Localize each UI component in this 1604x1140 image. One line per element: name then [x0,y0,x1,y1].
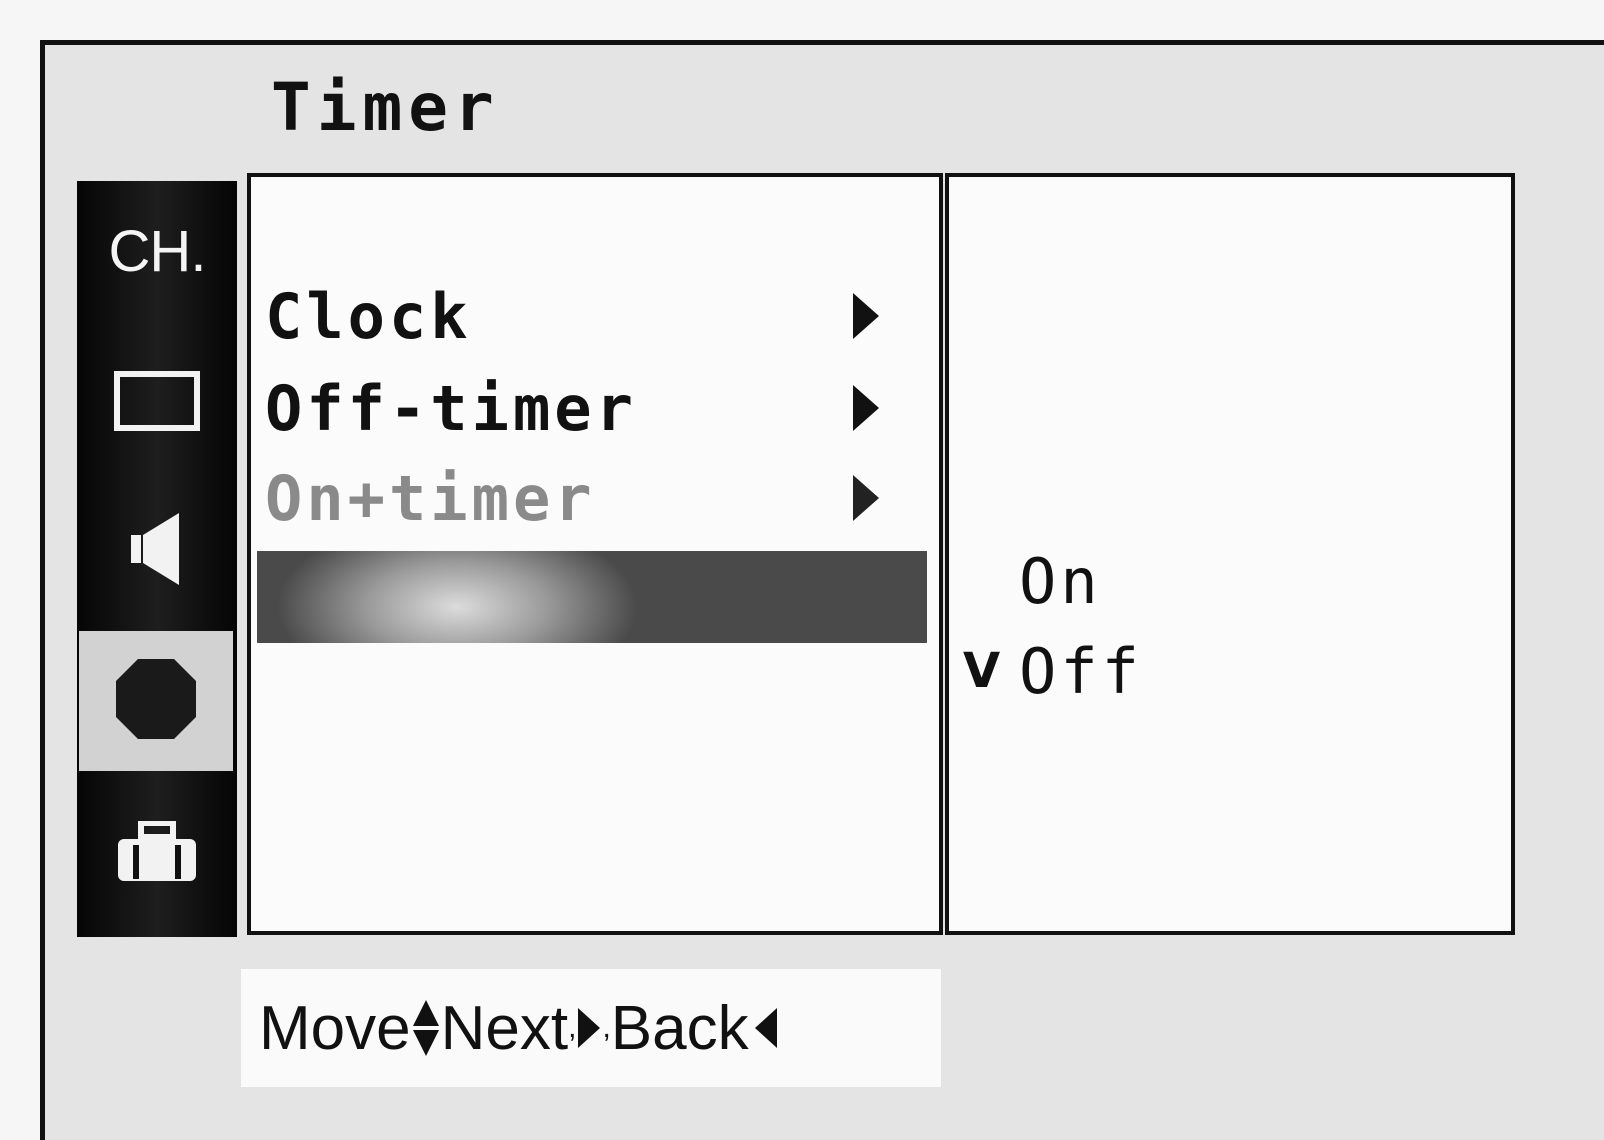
briefcase-icon [115,820,199,889]
checkmark-icon: V [963,643,1001,699]
menu-item-label: Clock [265,279,472,353]
left-arrow-icon [754,1008,777,1048]
menu-item-label: Off-timer [265,371,637,445]
help-next-label: Next [440,993,569,1063]
sidebar-item-option[interactable] [77,785,237,925]
timer-menu-list: Clock Off-timer On+timer [247,173,943,935]
help-back-label: Back [610,993,749,1063]
option-on[interactable]: On [963,541,1102,621]
separator: , [602,1011,611,1044]
right-arrow-icon [578,1008,601,1048]
menu-item-off-timer[interactable]: Off-timer [265,365,895,451]
separator: , [568,1011,577,1044]
help-bar: Move Next , , Back [241,969,941,1087]
sidebar-item-timer[interactable] [79,631,233,771]
option-off[interactable]: V Off [963,631,1143,711]
menu-title: Timer [271,69,500,146]
option-list: On V Off [945,173,1515,935]
up-down-arrow-icon [412,1000,439,1056]
timer-octagon-icon [114,657,198,745]
sidebar-item-picture[interactable] [77,333,237,473]
submenu-arrow-icon [853,385,879,431]
sidebar-item-channel[interactable]: CH. [77,181,237,321]
osd-menu-window: Timer CH. Clock Off-timer On+timer On V … [40,40,1604,1140]
speaker-icon [127,511,187,591]
option-label: On [1019,544,1102,618]
help-move-label: Move [259,993,411,1063]
submenu-arrow-icon [853,293,879,339]
category-sidebar: CH. [77,181,237,937]
picture-icon [114,371,200,435]
menu-item-clock[interactable]: Clock [265,273,895,359]
channel-label: CH. [108,218,207,284]
submenu-arrow-icon [853,475,879,521]
option-label: Off [1019,634,1143,708]
menu-item-selected-highlight[interactable] [257,551,927,643]
sidebar-item-sound[interactable] [77,481,237,621]
menu-item-on-timer[interactable]: On+timer [265,455,895,541]
menu-item-label: On+timer [265,461,596,535]
